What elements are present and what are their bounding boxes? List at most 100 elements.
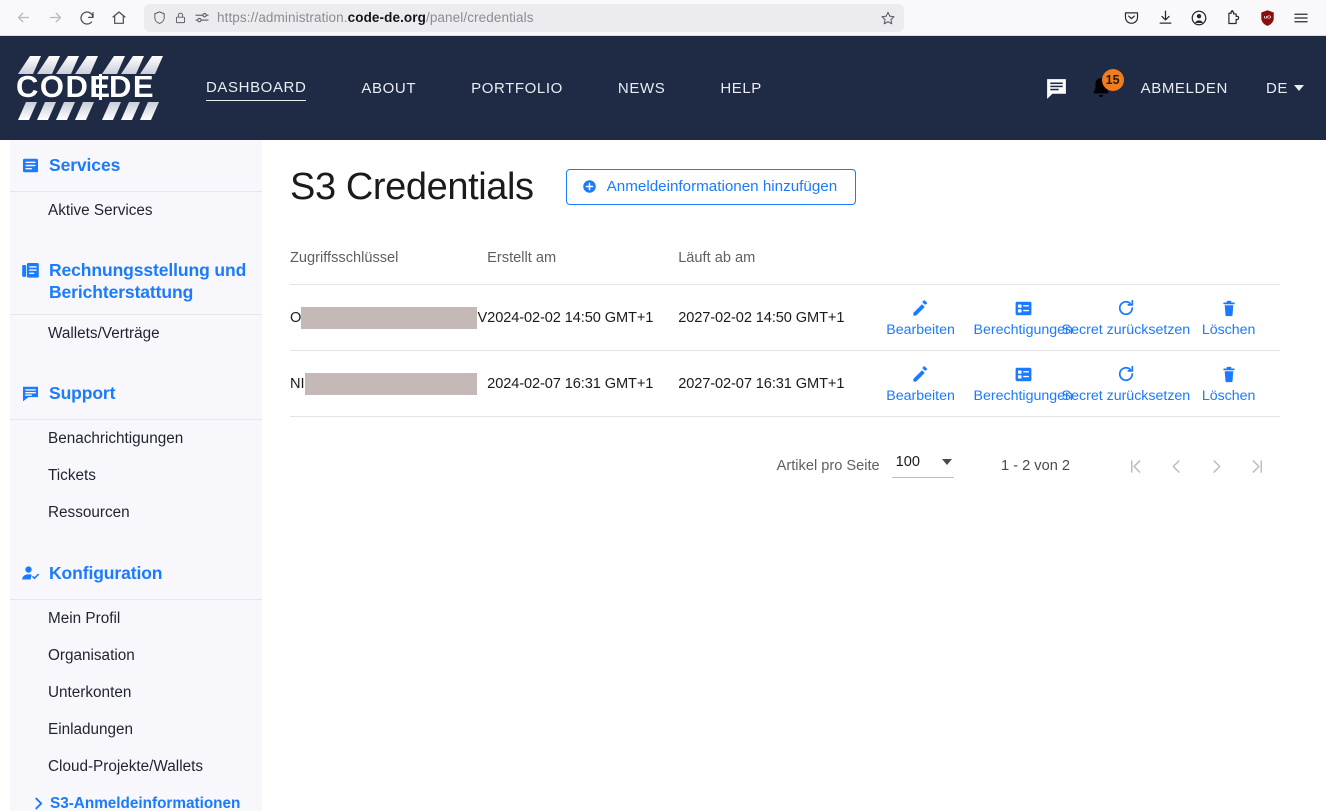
sidebar-section-header-support[interactable]: Support [10,368,262,421]
padlock-icon[interactable] [174,11,187,25]
message-icon[interactable] [1035,66,1079,110]
sidebar-item-tickets[interactable]: Tickets [10,457,262,494]
sidebar-section-title: Konfiguration [49,562,163,583]
reload-button[interactable] [72,4,102,32]
sidebar-item-cloud-projekte-wallets[interactable]: Cloud-Projekte/Wallets [10,748,262,785]
ublock-origin-icon[interactable]: uO [1252,4,1282,32]
sidebar-section-support: Support Benachrichtigungen Tickets Resso… [10,368,262,537]
access-key-prefix: O [290,309,302,326]
pencil-icon [911,364,930,384]
first-page-icon [1130,460,1140,473]
nav-dashboard[interactable]: DASHBOARD [206,75,307,101]
tracking-protection-shield-icon[interactable] [152,10,167,25]
app-menu-icon[interactable] [1286,4,1316,32]
permissions-action-button[interactable]: Berechtigungen [971,284,1075,352]
redacted-access-key [301,306,478,329]
sidebar-item-s3-anmeldeinformationen[interactable]: S3-Anmeldeinformationen [10,785,262,811]
back-button[interactable] [8,4,38,32]
reset-secret-action-button[interactable]: Secret zurücksetzen [1062,284,1190,352]
account-icon[interactable] [1184,4,1214,32]
access-key-prefix: NI [290,375,305,392]
column-header-actions [1177,250,1280,285]
pocket-icon[interactable] [1116,4,1146,32]
cell-expires: 2027-02-07 16:31 GMT+1 [678,350,870,418]
redacted-access-key [304,372,477,395]
sidebar-item-aktive-services[interactable]: Aktive Services [10,192,262,229]
sidebar-item-wallets-vertraege[interactable]: Wallets/Verträge [10,315,262,352]
last-page-icon [1252,460,1262,473]
add-credentials-label: Anmeldeinformationen hinzufügen [606,178,838,196]
chevron-down-icon [942,459,953,466]
sidebar-section-title: Rechnungsstellung und Berichterstattung [49,260,247,302]
nav-portfolio[interactable]: PORTFOLIO [471,76,563,101]
sidebar-section-header-konfiguration[interactable]: Konfiguration [10,548,262,600]
language-label: DE [1265,79,1288,97]
table-header-row: Zugriffsschlüssel Erstellt am Läuft ab a… [290,250,1280,285]
pencil-icon [911,298,930,318]
edit-action-button[interactable]: Bearbeiten [869,350,972,418]
previous-page-icon [1172,460,1180,473]
site-permissions-icon[interactable] [194,11,210,24]
action-label: Berechtigungen [973,388,1073,405]
action-label: Löschen [1201,388,1256,405]
sidebar: Services Aktive Services Rechnungsstellu… [0,140,262,811]
site-header: CODE DE DASHBOARD ABOUT PORTFOLIO NEWS H… [0,36,1326,140]
sidebar-section-billing: Rechnungsstellung und Berichterstattung … [10,245,262,358]
reset-secret-action-button[interactable]: Secret zurücksetzen [1062,350,1190,418]
manage-accounts-icon [21,564,40,588]
column-header-actions [869,250,972,285]
sidebar-section-header-services[interactable]: Services [10,140,262,192]
permissions-list-icon [1014,298,1033,318]
sidebar-item-benachrichtigungen[interactable]: Benachrichtigungen [10,420,262,457]
first-page-button[interactable] [1116,446,1156,486]
items-per-page-select[interactable]: 100 [891,454,955,479]
previous-page-button[interactable] [1156,446,1196,486]
browser-toolbar: https://administration.code-de.org/panel… [0,0,1326,36]
sidebar-item-einladungen[interactable]: Einladungen [10,711,262,748]
documents-icon [21,261,40,285]
cell-expires: 2027-02-02 14:50 GMT+1 [678,284,870,352]
nav-news[interactable]: NEWS [618,76,665,101]
action-label: Secret zurücksetzen [1061,322,1191,338]
sidebar-item-ressourcen[interactable]: Ressourcen [10,494,262,531]
main-content: S3 Credentials Anmeldeinformationen hinz… [262,140,1326,811]
main-navigation: DASHBOARD ABOUT PORTFOLIO NEWS HELP [206,75,817,101]
logout-link[interactable]: ABMELDEN [1141,80,1228,97]
sidebar-item-unterkonten[interactable]: Unterkonten [10,674,262,711]
cell-created: 2024-02-02 14:50 GMT+1 [487,284,679,352]
nav-about[interactable]: ABOUT [361,76,416,101]
sidebar-item-organisation[interactable]: Organisation [10,637,262,674]
column-header-access-key: Zugriffsschlüssel [290,250,488,285]
refresh-icon [1116,298,1136,318]
next-page-icon [1212,460,1220,473]
delete-action-button[interactable]: Löschen [1177,350,1280,418]
url-text[interactable]: https://administration.code-de.org/panel… [217,10,873,25]
column-header-created: Erstellt am [487,250,679,285]
action-label: Bearbeiten [886,388,955,405]
page-title: S3 Credentials [290,166,534,208]
notifications-button[interactable]: 15 [1079,66,1124,110]
access-key-suffix: V [477,309,488,326]
column-header-actions [1074,250,1178,285]
edit-action-button[interactable]: Bearbeiten [869,284,972,352]
forward-button[interactable] [40,4,70,32]
address-bar[interactable]: https://administration.code-de.org/panel… [144,3,904,32]
bookmark-star-icon[interactable] [880,10,896,26]
downloads-icon[interactable] [1150,4,1180,32]
last-page-button[interactable] [1236,446,1276,486]
column-header-actions [971,250,1075,285]
action-label: Berechtigungen [973,322,1073,338]
permissions-action-button[interactable]: Berechtigungen [971,350,1075,418]
nav-help[interactable]: HELP [720,76,762,101]
delete-action-button[interactable]: Löschen [1177,284,1280,352]
add-credentials-button[interactable]: Anmeldeinformationen hinzufügen [565,169,857,205]
sidebar-section-header-billing[interactable]: Rechnungsstellung und Berichterstattung [10,245,262,316]
next-page-button[interactable] [1196,446,1236,486]
browser-toolbar-buttons: uO [1116,4,1318,32]
extensions-icon[interactable] [1218,4,1248,32]
sidebar-item-mein-profil[interactable]: Mein Profil [10,600,262,637]
action-label: Bearbeiten [886,322,955,338]
home-button[interactable] [104,4,134,32]
code-de-logo[interactable]: CODE DE [14,52,180,124]
language-selector[interactable]: DE [1266,80,1304,97]
